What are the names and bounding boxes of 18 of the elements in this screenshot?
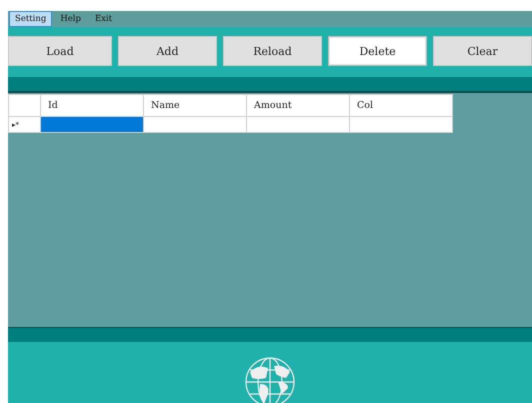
- column-header[interactable]: Amount: [246, 94, 350, 116]
- toolbar-button[interactable]: Delete: [328, 36, 427, 66]
- column-header[interactable]: Col: [350, 94, 452, 116]
- toolbar-button[interactable]: Clear: [433, 36, 532, 66]
- table-cell[interactable]: [144, 116, 246, 132]
- column-header[interactable]: Name: [144, 94, 246, 116]
- toolbar-button[interactable]: Add: [118, 36, 217, 66]
- menu-item[interactable]: Help: [54, 11, 87, 27]
- table-cell[interactable]: [246, 116, 350, 132]
- toolbar-button[interactable]: Reload: [223, 36, 322, 66]
- menu-item[interactable]: Exit: [88, 11, 118, 27]
- toolbar-button[interactable]: Load: [8, 36, 112, 66]
- column-header[interactable]: Id: [40, 94, 144, 116]
- table-cell[interactable]: [350, 116, 452, 132]
- globe-icon: [244, 356, 296, 403]
- table-cell[interactable]: [40, 116, 144, 132]
- row-header-cell: [8, 94, 40, 116]
- menu-item[interactable]: Setting: [9, 11, 52, 27]
